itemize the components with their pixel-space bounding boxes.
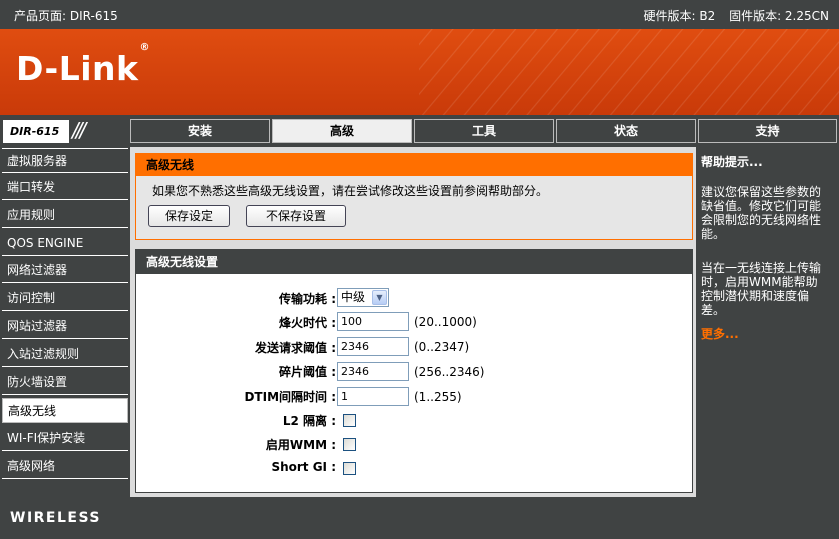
sidebar-item-website-filter[interactable]: 网站过滤器	[2, 314, 128, 339]
sidebar-item-advanced-wireless[interactable]: 高级无线	[2, 398, 128, 423]
wmm-checkbox[interactable]	[343, 438, 356, 451]
advanced-wireless-panel: 高级无线 如果您不熟悉这些高级无线设置，请在尝试修改这些设置前参阅帮助部分。 保…	[135, 153, 693, 240]
main-navigation: DIR-615 /// 安装 高级 工具 状态 支持	[0, 115, 839, 147]
tab-tools[interactable]: 工具	[414, 119, 554, 143]
fragmentation-range: (256..2346)	[414, 365, 485, 379]
tx-power-select[interactable]: 中级 ▼	[337, 288, 389, 307]
tab-setup[interactable]: 安装	[130, 119, 270, 143]
tab-support[interactable]: 支持	[698, 119, 837, 143]
sidebar-item-qos-engine[interactable]: QOS ENGINE	[2, 231, 128, 256]
main-content: 高级无线 如果您不熟悉这些高级无线设置，请在尝试修改这些设置前参阅帮助部分。 保…	[130, 147, 696, 497]
dtim-interval-input[interactable]: 1	[337, 387, 409, 406]
dont-save-settings-button[interactable]: 不保存设置	[246, 205, 346, 227]
dtim-label: DTIM间隔时间 :	[244, 390, 336, 404]
tab-advanced[interactable]: 高级	[272, 119, 412, 143]
fragmentation-label: 碎片阈值 :	[279, 365, 336, 379]
tx-power-value: 中级	[341, 290, 366, 304]
more-help-link[interactable]: 更多...	[701, 325, 739, 342]
sidebar-item-virtual-server[interactable]: 虚拟服务器	[2, 148, 128, 173]
fragmentation-threshold-input[interactable]: 2346	[337, 362, 409, 381]
version-info: 硬件版本: B2 固件版本: 2.25CN	[634, 7, 830, 24]
help-title: 帮助提示...	[701, 155, 763, 169]
help-text-defaults: 建议您保留这些参数的缺省值。修改它们可能会限制您的无线网络性能。	[701, 185, 822, 241]
rts-range: (0..2347)	[414, 340, 470, 354]
save-settings-button[interactable]: 保存设定	[148, 205, 230, 227]
sidebar-item-wifi-protected-setup[interactable]: WI-FI保护安装	[2, 426, 128, 451]
product-page-label: 产品页面: DIR-615	[14, 9, 118, 23]
sidebar-item-firewall-settings[interactable]: 防火墙设置	[2, 370, 128, 395]
sidebar-item-advanced-network[interactable]: 高级网络	[2, 454, 128, 479]
sidebar-item-network-filter[interactable]: 网络过滤器	[2, 258, 128, 283]
left-sidebar: 虚拟服务器 端口转发 应用规则 QOS ENGINE 网络过滤器 访问控制 网站…	[0, 147, 130, 497]
l2-isolation-label: L2 隔离 :	[282, 414, 336, 428]
wmm-label: 启用WMM :	[265, 438, 336, 452]
beacon-label: 烽火时代 :	[279, 316, 336, 330]
tab-status[interactable]: 状态	[556, 119, 696, 143]
short-gi-label: Short GI :	[271, 460, 336, 474]
brand-banner: D-Link®	[0, 29, 839, 115]
rts-label: 发送请求阈值 :	[255, 341, 336, 355]
top-info-bar: 产品页面: DIR-615 硬件版本: B2 固件版本: 2.25CN	[0, 0, 839, 29]
tx-power-label: 传输功耗 :	[279, 292, 336, 306]
sidebar-item-access-control[interactable]: 访问控制	[2, 286, 128, 311]
dlink-logo: D-Link®	[16, 42, 150, 88]
sidebar-item-application-rules[interactable]: 应用规则	[2, 203, 128, 228]
panel-title: 高级无线	[136, 154, 692, 176]
panel-description: 如果您不熟悉这些高级无线设置，请在尝试修改这些设置前参阅帮助部分。	[152, 184, 549, 198]
model-badge: DIR-615	[3, 120, 69, 143]
help-text-wmm: 当在一无线连接上传输时，启用WMM能帮助控制潜伏期和速度偏差。	[701, 261, 822, 317]
advanced-wireless-settings-panel: 高级无线设置 传输功耗 : 中级 ▼ 烽火时代 : 100 (20..1000)…	[135, 249, 693, 493]
beacon-interval-input[interactable]: 100	[337, 312, 409, 331]
chevron-down-icon: ▼	[372, 290, 387, 305]
slash-decoration: ///	[72, 118, 86, 142]
rts-threshold-input[interactable]: 2346	[337, 337, 409, 356]
wireless-logo: WIRELESS	[10, 510, 102, 526]
footer-bar: WIRELESS	[0, 497, 839, 539]
beacon-range: (20..1000)	[414, 315, 477, 329]
hardware-version: 硬件版本: B2	[643, 9, 716, 23]
sidebar-item-inbound-filter[interactable]: 入站过滤规则	[2, 342, 128, 367]
help-sidebar: 帮助提示... 建议您保留这些参数的缺省值。修改它们可能会限制您的无线网络性能。…	[696, 147, 839, 497]
l2-isolation-checkbox[interactable]	[343, 414, 356, 427]
dtim-range: (1..255)	[414, 390, 462, 404]
sidebar-item-port-forwarding[interactable]: 端口转发	[2, 175, 128, 200]
banner-stripes	[419, 29, 839, 115]
short-gi-checkbox[interactable]	[343, 462, 356, 475]
settings-title: 高级无线设置	[136, 250, 692, 274]
firmware-version: 固件版本: 2.25CN	[729, 9, 829, 23]
